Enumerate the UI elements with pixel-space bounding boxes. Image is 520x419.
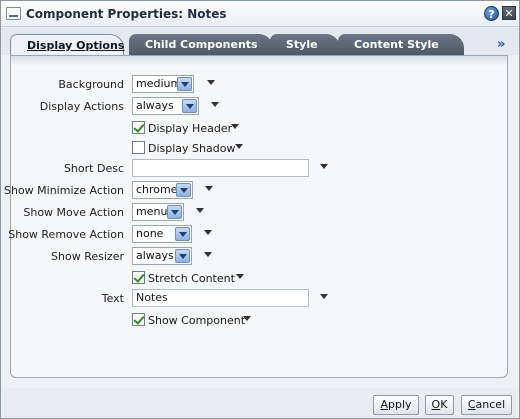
show-minimize-value: chrome	[136, 183, 178, 196]
display-header-checkbox[interactable]	[132, 121, 145, 134]
display-header-label[interactable]: Display Header	[148, 122, 232, 135]
help-icon[interactable]: ?	[484, 6, 499, 21]
dropdown-arrow-icon[interactable]	[177, 77, 192, 91]
show-move-label: Show Move Action	[23, 206, 124, 219]
background-select[interactable]: medium	[132, 75, 194, 93]
stretch-content-checkbox[interactable]	[132, 271, 145, 284]
chevron-down-icon[interactable]	[211, 102, 219, 107]
show-resizer-select[interactable]: always	[132, 247, 192, 265]
tab-strip: Display Options Child Components Style C…	[1, 27, 519, 56]
show-remove-value: none	[136, 227, 164, 240]
tab-label: Style	[286, 38, 318, 51]
short-desc-label: Short Desc	[63, 162, 124, 175]
chevron-down-icon[interactable]	[204, 230, 212, 235]
background-value: medium	[136, 77, 182, 90]
dropdown-arrow-icon[interactable]	[175, 249, 190, 263]
display-shadow-row: Display Shadow	[11, 139, 507, 159]
tab-label: Content Style	[354, 38, 439, 51]
tab-label: Display Options	[27, 39, 125, 52]
text-input[interactable]: Notes	[132, 289, 309, 307]
text-row: Text Notes	[11, 289, 507, 309]
show-resizer-value: always	[136, 249, 174, 262]
dropdown-arrow-icon[interactable]	[175, 227, 190, 241]
display-shadow-label[interactable]: Display Shadow	[148, 142, 235, 155]
more-tabs-icon[interactable]: »	[497, 37, 505, 52]
display-options-panel: Background medium Display Actions always…	[4, 55, 508, 378]
chevron-down-icon[interactable]	[236, 274, 244, 279]
chevron-down-icon[interactable]	[204, 252, 212, 257]
background-label: Background	[58, 78, 124, 91]
display-actions-label: Display Actions	[39, 100, 124, 113]
short-desc-row: Short Desc	[11, 159, 507, 179]
dropdown-arrow-icon[interactable]	[167, 205, 182, 219]
display-actions-select[interactable]: always	[132, 97, 199, 115]
show-resizer-label: Show Resizer	[51, 250, 124, 263]
show-move-value: menu	[136, 205, 168, 218]
tab-display-options[interactable]: Display Options	[10, 34, 124, 56]
display-actions-value: always	[136, 99, 174, 112]
display-shadow-checkbox[interactable]	[132, 141, 145, 154]
dropdown-arrow-icon[interactable]	[176, 183, 191, 197]
chevron-down-icon[interactable]	[231, 124, 239, 129]
dropdown-arrow-icon[interactable]	[182, 99, 197, 113]
show-remove-label: Show Remove Action	[8, 228, 124, 241]
chevron-down-icon[interactable]	[207, 80, 215, 85]
show-move-select[interactable]: menu	[132, 203, 184, 221]
ok-button[interactable]: OK	[425, 395, 454, 415]
dialog-footer: Apply OK Cancel	[1, 388, 519, 418]
chevron-down-icon[interactable]	[205, 186, 213, 191]
display-actions-row: Display Actions always	[11, 97, 507, 117]
title-bar[interactable]: Component Properties: Notes ? ✕	[1, 1, 519, 27]
show-move-row: Show Move Action menu	[11, 203, 507, 223]
close-icon[interactable]: ✕	[502, 6, 516, 20]
chevron-down-icon[interactable]	[243, 316, 251, 321]
apply-button[interactable]: Apply	[373, 395, 419, 415]
tab-content-style[interactable]: Content Style	[338, 34, 464, 55]
app-icon	[6, 7, 21, 20]
cancel-button[interactable]: Cancel	[461, 395, 512, 415]
chevron-down-icon[interactable]	[320, 164, 328, 169]
show-resizer-row: Show Resizer always	[11, 247, 507, 267]
panel-shade	[11, 56, 507, 66]
show-remove-row: Show Remove Action none	[8, 225, 507, 245]
show-remove-select[interactable]: none	[132, 225, 192, 243]
show-minimize-select[interactable]: chrome	[132, 181, 193, 199]
tab-style[interactable]: Style	[270, 34, 340, 55]
show-minimize-label: Show Minimize Action	[3, 184, 124, 197]
tab-label: Child Components	[145, 38, 258, 51]
show-component-row: Show Component	[11, 311, 507, 331]
chevron-down-icon[interactable]	[235, 144, 243, 149]
chevron-down-icon[interactable]	[320, 294, 328, 299]
tab-child-components[interactable]: Child Components	[129, 34, 273, 55]
stretch-content-label[interactable]: Stretch Content	[148, 272, 235, 285]
background-row: Background medium	[11, 75, 507, 95]
show-component-checkbox[interactable]	[132, 313, 145, 326]
component-properties-dialog: Component Properties: Notes ? ✕ Display …	[0, 0, 520, 419]
chevron-down-icon[interactable]	[196, 208, 204, 213]
short-desc-input[interactable]	[132, 159, 309, 177]
show-component-label[interactable]: Show Component	[148, 314, 245, 327]
show-minimize-row: Show Minimize Action chrome	[4, 181, 507, 201]
display-header-row: Display Header	[11, 119, 507, 139]
text-label: Text	[101, 292, 124, 305]
stretch-content-row: Stretch Content	[11, 269, 507, 289]
dialog-title: Component Properties: Notes	[26, 7, 227, 21]
